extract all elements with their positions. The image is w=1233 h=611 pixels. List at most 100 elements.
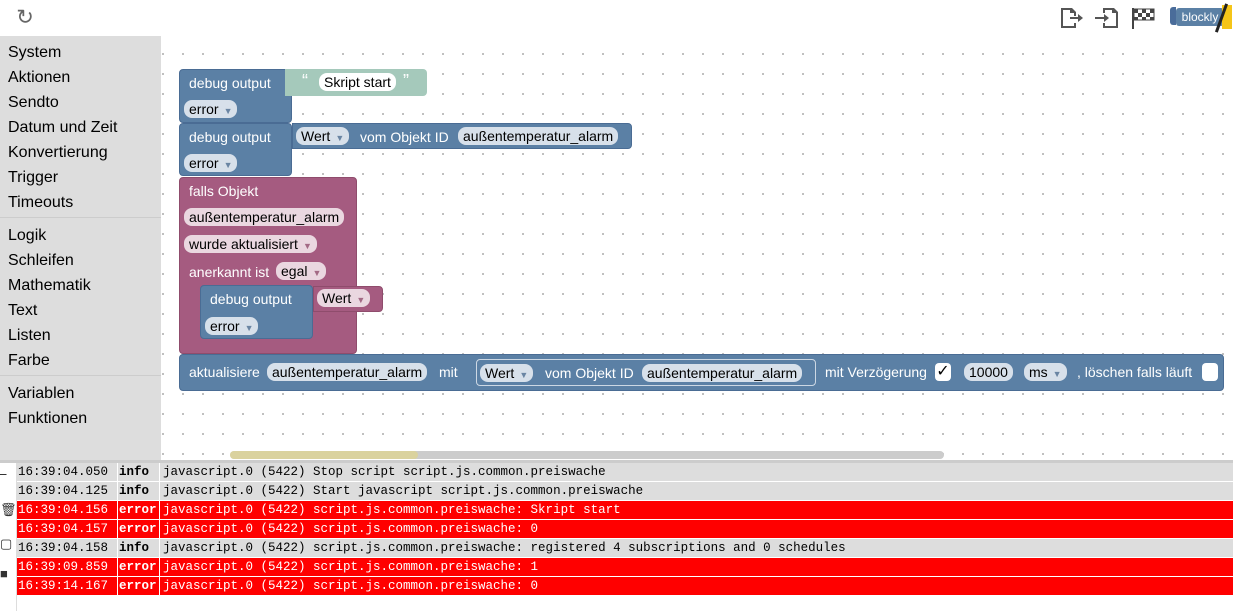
- category-system[interactable]: System: [8, 42, 61, 64]
- ack-value: egal: [281, 263, 308, 279]
- log-time: 16:39:14.167: [18, 579, 109, 593]
- log-message: javascript.0 (5422) script.js.common.pre…: [159, 558, 538, 577]
- category-trigger[interactable]: Trigger: [8, 167, 58, 189]
- log-time: 16:39:04.157: [18, 522, 109, 536]
- dropdown-arrow-icon: ▼: [302, 241, 312, 251]
- log-toolbar: ⎯ 🗑 ▢ ■: [0, 463, 17, 611]
- delete-icon[interactable]: 🗑: [0, 503, 17, 517]
- object-id-field[interactable]: außentemperatur_alarm: [458, 127, 619, 145]
- unit-dropdown[interactable]: ms ▼: [1024, 363, 1067, 381]
- category-variablen[interactable]: Variablen: [8, 383, 74, 405]
- import-icon[interactable]: [1094, 6, 1120, 30]
- debug-output-label: debug output: [189, 75, 271, 91]
- scrollbar-thumb[interactable]: [230, 451, 418, 459]
- log-severity: info: [117, 482, 159, 501]
- delay-checkbox[interactable]: ✓: [935, 363, 951, 381]
- log-message: javascript.0 (5422) script.js.common.pre…: [159, 520, 538, 539]
- dropdown-arrow-icon: ▼: [312, 268, 322, 278]
- category-konvertierung[interactable]: Konvertierung: [8, 142, 108, 164]
- category-aktionen[interactable]: Aktionen: [8, 67, 70, 89]
- text-value[interactable]: Skript start: [319, 73, 396, 91]
- log-row: 16:39:04.158 info javascript.0 (5422) sc…: [17, 539, 1233, 558]
- level-value: error: [189, 101, 219, 117]
- log-row: 16:39:04.156 error javascript.0 (5422) s…: [17, 501, 1233, 520]
- quote-close-icon: ”: [403, 71, 409, 91]
- log-message: javascript.0 (5422) Start javascript scr…: [159, 482, 643, 501]
- dropdown-arrow-icon: ▼: [223, 160, 233, 170]
- update-object-field[interactable]: außentemperatur_alarm: [267, 363, 428, 381]
- refresh-icon[interactable]: ↻: [14, 7, 36, 29]
- trigger-object-field[interactable]: außentemperatur_alarm: [184, 208, 345, 226]
- category-farbe[interactable]: Farbe: [8, 350, 50, 372]
- toolbox-separator: [0, 217, 161, 218]
- log-severity: error: [117, 577, 159, 596]
- scroll-down-icon[interactable]: ⎯: [0, 467, 12, 481]
- clear-running-label: , löschen falls läuft: [1077, 364, 1193, 380]
- category-mathematik[interactable]: Mathematik: [8, 275, 91, 297]
- log-time: 16:39:04.158: [18, 541, 109, 555]
- delay-label: mit Verzögerung: [825, 364, 927, 380]
- log-row: 16:39:09.859 error javascript.0 (5422) s…: [17, 558, 1233, 577]
- workspace-horizontal-scrollbar[interactable]: [230, 451, 944, 459]
- level-dropdown[interactable]: error ▼: [184, 154, 238, 172]
- log-message: javascript.0 (5422) Stop script script.j…: [159, 463, 606, 482]
- delay-input[interactable]: 10000: [964, 363, 1013, 381]
- dropdown-arrow-icon: ▼: [1052, 369, 1062, 379]
- event-dropdown[interactable]: wurde aktualisiert ▼: [184, 235, 317, 253]
- unit-value: ms: [1029, 364, 1048, 380]
- update-label: aktualisiere: [189, 364, 260, 380]
- object-id-label: vom Objekt ID: [360, 129, 449, 145]
- log-severity: error: [117, 501, 159, 520]
- blockly-workspace[interactable]: debug output “ Skript start ” error ▼ deb…: [161, 36, 1233, 460]
- toolbar: ↻ blockly: [0, 0, 1233, 36]
- category-text[interactable]: Text: [8, 300, 37, 322]
- category-funktionen[interactable]: Funktionen: [8, 408, 87, 430]
- dropdown-arrow-icon: ▼: [223, 106, 233, 116]
- category-logik[interactable]: Logik: [8, 225, 46, 247]
- log-severity: error: [117, 520, 159, 539]
- category-timeouts[interactable]: Timeouts: [8, 192, 73, 214]
- copy-icon[interactable]: ▢: [0, 537, 12, 551]
- blockly-toolbox: System Aktionen Sendto Datum und Zeit Ko…: [0, 36, 161, 460]
- export-icon[interactable]: [1058, 6, 1084, 30]
- category-datum-und-zeit[interactable]: Datum und Zeit: [8, 117, 117, 139]
- clear-running-checkbox[interactable]: [1202, 363, 1218, 381]
- log-row: 16:39:04.050 info javascript.0 (5422) St…: [17, 463, 1233, 482]
- level-dropdown[interactable]: error ▼: [205, 317, 259, 335]
- log-row: 16:39:14.167 error javascript.0 (5422) s…: [17, 577, 1233, 596]
- toolbox-separator: [0, 375, 161, 376]
- log-row: 16:39:04.157 error javascript.0 (5422) s…: [17, 520, 1233, 539]
- value-dropdown[interactable]: Wert ▼: [296, 127, 350, 145]
- log-severity: error: [117, 558, 159, 577]
- category-listen[interactable]: Listen: [8, 325, 51, 347]
- level-value: error: [210, 318, 240, 334]
- blockly-toggle-button[interactable]: blockly: [1170, 3, 1232, 33]
- trigger-value-dropdown[interactable]: Wert ▼: [317, 289, 371, 307]
- debug-output-label: debug output: [210, 291, 292, 307]
- log-time: 16:39:04.050: [18, 465, 109, 479]
- log-row: 16:39:04.125 info javascript.0 (5422) St…: [17, 482, 1233, 501]
- dropdown-arrow-icon: ▼: [244, 323, 254, 333]
- quote-open-icon: “: [302, 71, 308, 91]
- log-panel: ⎯ 🗑 ▢ ■ 16:39:04.050 info javascript.0 (…: [0, 463, 1233, 611]
- stop-icon[interactable]: ■: [0, 567, 12, 581]
- log-severity: info: [117, 539, 159, 558]
- dropdown-arrow-icon: ▼: [356, 295, 366, 305]
- event-value: wurde aktualisiert: [189, 236, 298, 252]
- ack-dropdown[interactable]: egal ▼: [276, 262, 327, 280]
- category-schleifen[interactable]: Schleifen: [8, 250, 74, 272]
- ack-label: anerkannt ist: [189, 264, 270, 280]
- level-value: error: [189, 155, 219, 171]
- log-message: javascript.0 (5422) script.js.common.pre…: [159, 539, 846, 558]
- log-time: 16:39:09.859: [18, 560, 109, 574]
- level-dropdown[interactable]: error ▼: [184, 100, 238, 118]
- value-dropdown[interactable]: Wert ▼: [480, 364, 534, 382]
- log-time: 16:39:04.156: [18, 503, 109, 517]
- log-severity: info: [117, 463, 159, 482]
- checkered-flag-icon[interactable]: [1130, 6, 1156, 30]
- dropdown-arrow-icon: ▼: [335, 133, 345, 143]
- with-label: mit: [439, 364, 458, 380]
- object-id-field[interactable]: außentemperatur_alarm: [642, 364, 803, 382]
- dropdown-arrow-icon: ▼: [519, 370, 529, 380]
- category-sendto[interactable]: Sendto: [8, 92, 59, 114]
